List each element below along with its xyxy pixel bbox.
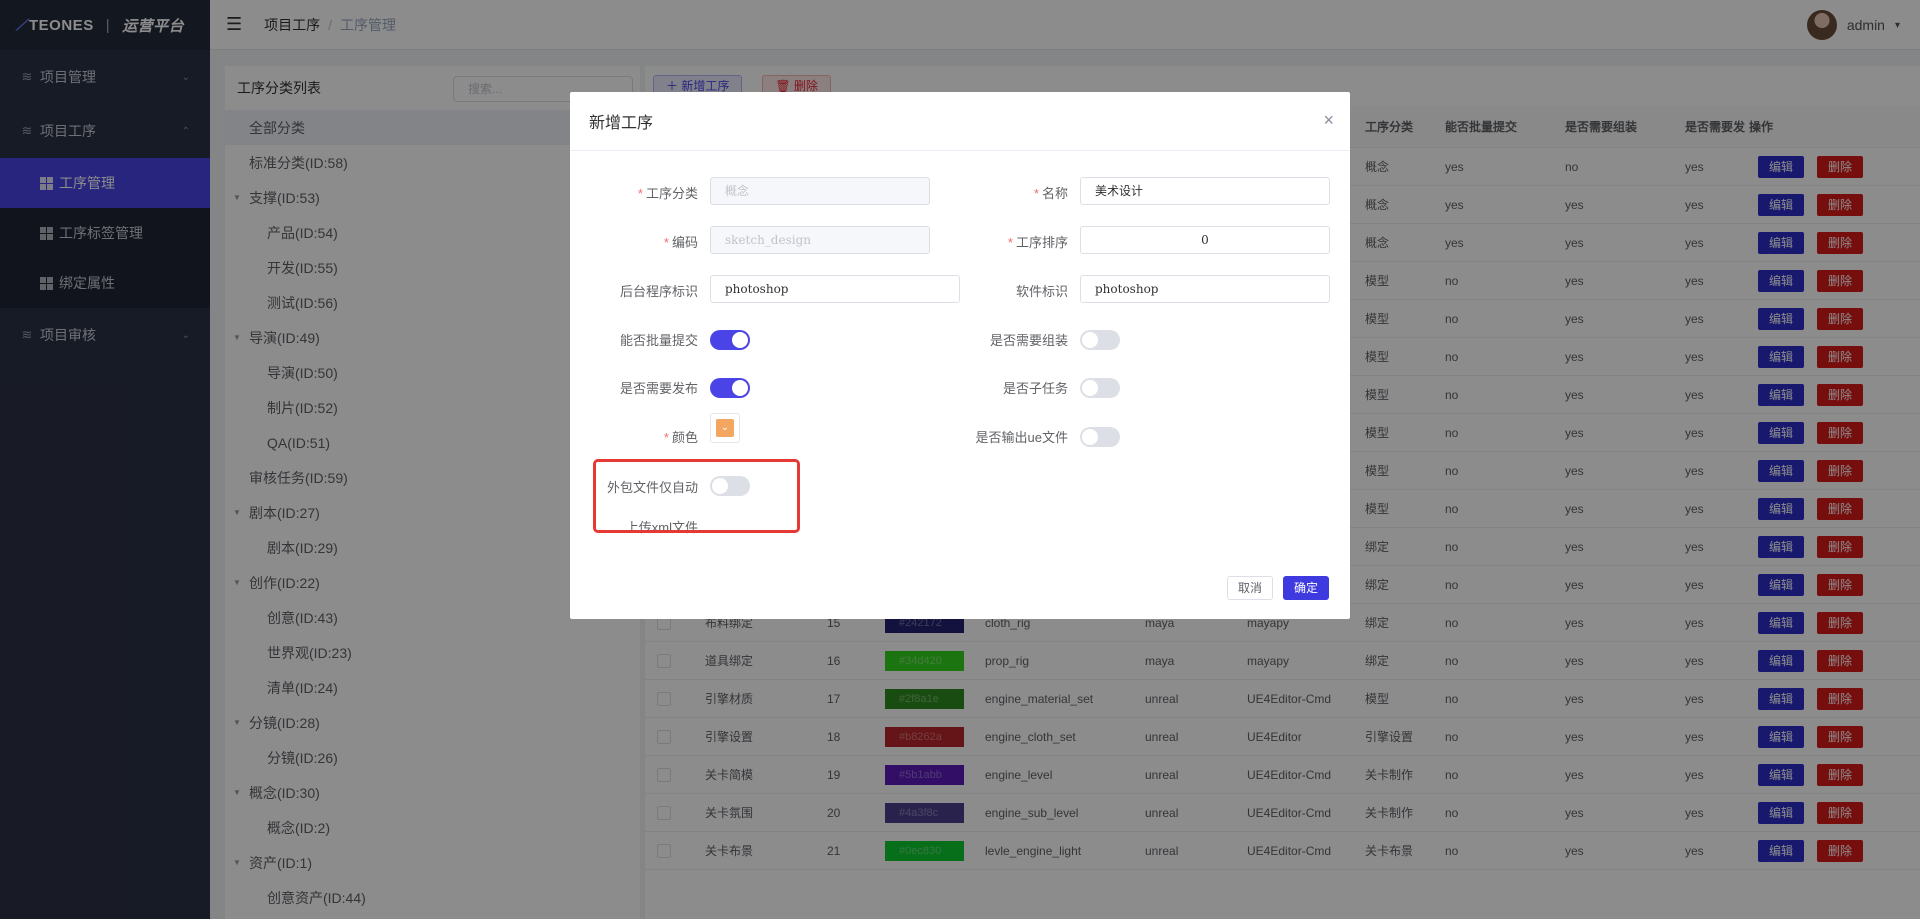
highlight-box [593,459,800,533]
ue-output-label: 是否输出ue文件 [975,430,1068,445]
chevron-down-icon: ⌄ [716,419,734,437]
color-label: * 颜色 [663,430,698,445]
name-label: * 名称 [1033,186,1068,201]
assemble-label: 是否需要组装 [989,333,1068,348]
subtask-label: 是否子任务 [1002,381,1068,396]
batch-label: 能否批量提交 [619,333,698,348]
assemble-toggle[interactable] [1080,330,1120,350]
category-label: * 工序分类 [637,186,698,201]
software-label: 软件标识 [1015,284,1068,299]
add-process-dialog: 新增工序 × * 工序分类 概念 * 名称 美术设计 * 编码 sketch_desi… [570,92,1350,619]
color-picker[interactable]: ⌄ [710,413,740,443]
cancel-button[interactable]: 取消 [1227,576,1273,600]
software-field[interactable]: photoshop [1080,275,1330,303]
confirm-button[interactable]: 确定 [1283,576,1329,600]
backend-label: 后台程序标识 [619,284,698,299]
publish-label: 是否需要发布 [619,381,698,396]
subtask-toggle[interactable] [1080,378,1120,398]
batch-toggle[interactable] [710,330,750,350]
order-field[interactable]: 0 [1080,226,1330,254]
order-label: * 工序排序 [1007,235,1068,250]
close-icon[interactable]: × [1323,110,1334,131]
ue-output-toggle[interactable] [1080,427,1120,447]
code-label: * 编码 [663,235,698,250]
name-field[interactable]: 美术设计 [1080,177,1330,205]
dialog-title: 新增工序 [570,92,1350,151]
publish-toggle[interactable] [710,378,750,398]
